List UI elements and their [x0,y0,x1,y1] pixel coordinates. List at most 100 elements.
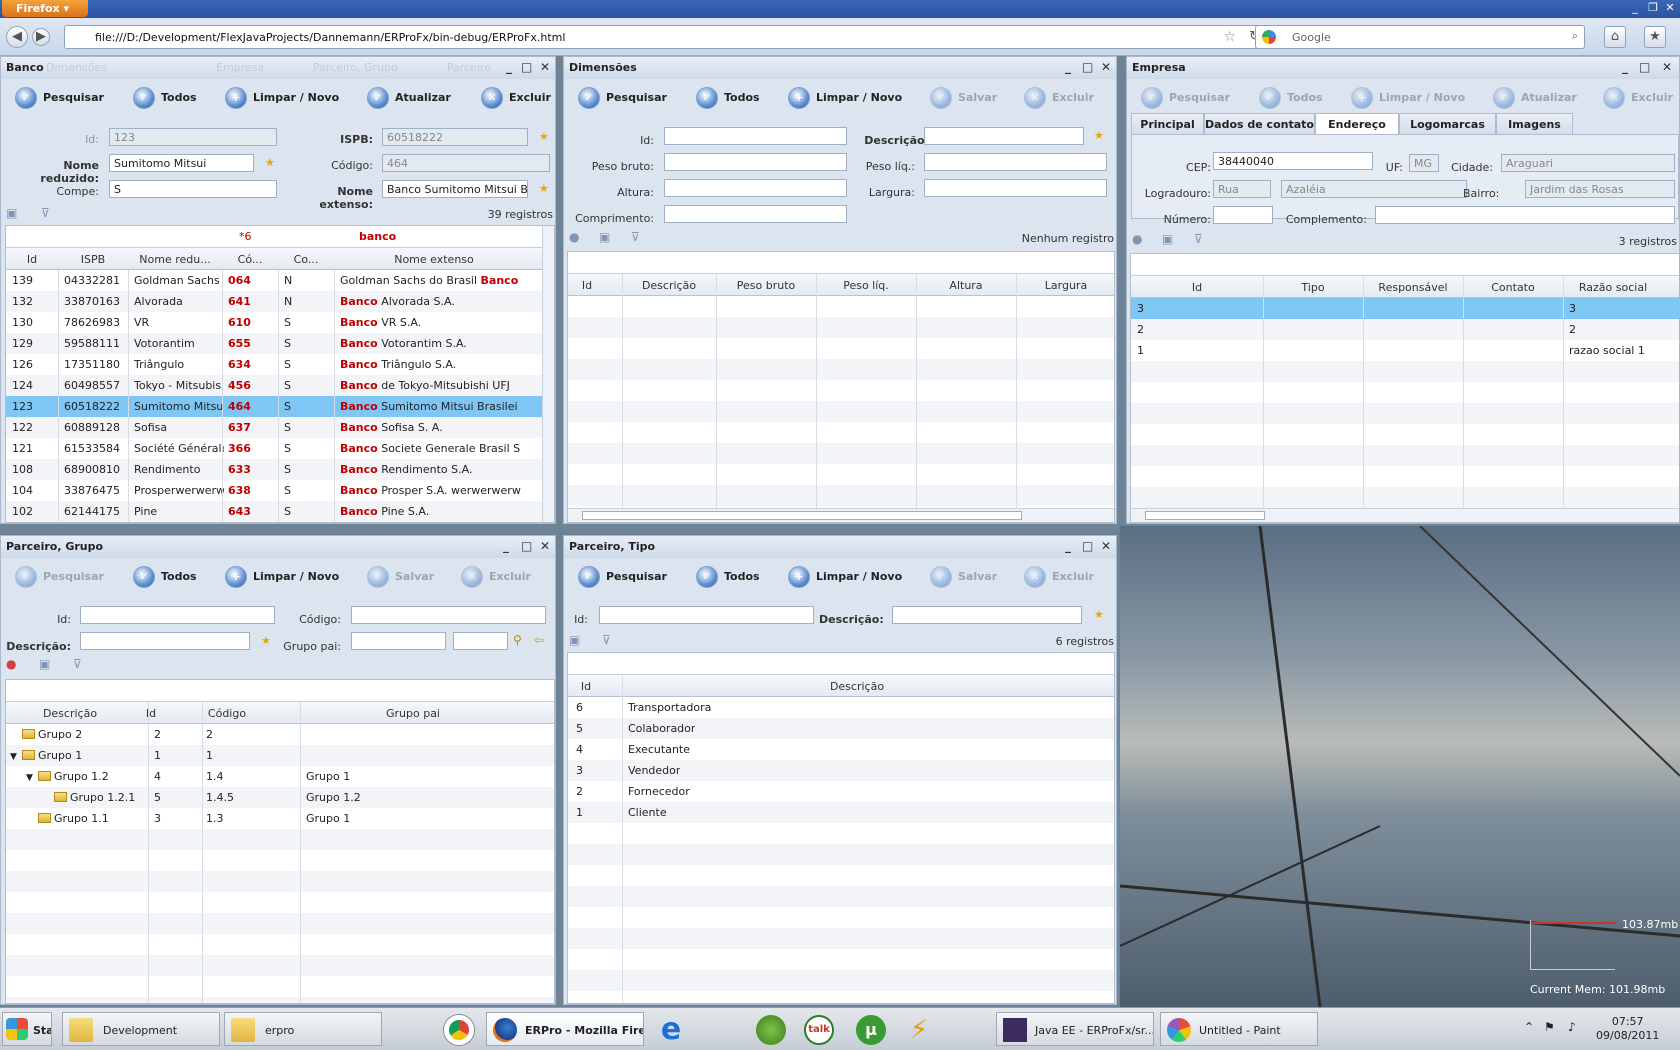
limpar-novo-button[interactable]: + Limpar / Novo [225,87,339,109]
logradouro-tipo-field[interactable]: Rua [1213,180,1271,198]
maximize-icon[interactable]: □ [1082,539,1093,553]
excluir-button[interactable]: ✕ Excluir [1024,566,1094,588]
add-filter-icon[interactable]: ▣ [39,657,50,671]
excluir-button[interactable]: ✕ Excluir [1024,87,1094,109]
table-row[interactable]: 124 60498557 Tokyo - Mitsubis 456 S Banco de … [6,375,542,396]
descricao-field[interactable] [892,606,1082,624]
minimize-icon[interactable]: _ [506,60,512,74]
minimize-window-icon[interactable]: _ [1627,1,1643,15]
col-codigo[interactable]: Có... [222,253,278,266]
todos-button[interactable]: ✓ Todos [696,87,760,109]
nome-reduzido-field[interactable]: Sumitomo Mitsui [109,154,254,172]
todos-button[interactable]: ✓ Todos [133,566,197,588]
maximize-icon[interactable]: □ [1082,60,1093,74]
add-filter-icon[interactable]: ▣ [599,230,610,244]
table-row[interactable]: 121 61533584 Société Générale 366 S Banco Soc… [6,438,542,459]
show-hidden-icons-icon[interactable]: ⌃ [1524,1020,1534,1034]
tree-row[interactable]: Grupo 1.2.1 5 1.4.5 Grupo 1.2 [6,787,554,808]
add-filter-icon[interactable]: ▣ [569,633,580,647]
table-row[interactable]: 123 60518222 Sumitomo Mitsu 464 S Banco Sumit… [6,396,542,417]
pesquisar-button[interactable]: ✓ Pesquisar [1141,87,1230,109]
clear-filter-icon[interactable]: ⊽ [73,657,82,671]
col-grupo-pai[interactable]: Grupo pai [288,707,538,720]
clear-filter-icon[interactable]: ⊽ [602,633,611,647]
numero-field[interactable] [1213,206,1273,224]
complemento-field[interactable] [1375,206,1675,224]
add-filter-icon[interactable]: ▣ [6,206,17,220]
excluir-button[interactable]: ✕ Excluir [481,87,551,109]
record-icon[interactable]: ● [569,230,579,244]
nome-extenso-field[interactable]: Banco Sumitomo Mitsui B [382,180,528,198]
lookup-icon[interactable]: ⚲ [513,633,522,647]
forward-icon[interactable]: ▶ [32,28,50,46]
todos-button[interactable]: ✓ Todos [696,566,760,588]
close-icon[interactable]: ✕ [1101,539,1111,553]
peso-liq-field[interactable] [924,153,1107,171]
table-row[interactable]: 132 33870163 Alvorada 641 N Banco Alvorada S.… [6,291,542,312]
id-field[interactable]: 123 [109,128,277,146]
table-row[interactable]: 126 17351180 Triângulo 634 S Banco Triângulo … [6,354,542,375]
altura-field[interactable] [664,179,847,197]
clear-filter-icon[interactable]: ⊽ [1194,232,1203,246]
clear-lookup-icon[interactable]: ⇦ [534,633,544,647]
atualizar-button[interactable]: ✓ Atualizar [1493,87,1577,109]
close-icon[interactable]: ✕ [540,539,550,553]
firefox-menu-button[interactable]: Firefox ▾ [2,0,88,17]
tab-imagens[interactable]: Imagens [1496,113,1573,135]
col-ispb[interactable]: ISPB [58,253,128,266]
table-row[interactable]: 6 Transportadora [568,697,1114,718]
table-row[interactable]: 3 Vendedor [568,760,1114,781]
descricao-field[interactable] [80,632,250,650]
bookmark-star-icon[interactable]: ☆ [1223,29,1236,45]
col-id[interactable]: Id [134,707,168,720]
col-peso-liq[interactable]: Peso líq. [816,279,916,292]
descricao-field[interactable] [924,127,1084,145]
add-filter-icon[interactable]: ▣ [1162,232,1173,246]
table-row[interactable]: 4 Executante [568,739,1114,760]
id-field[interactable] [599,606,814,624]
search-icon[interactable]: ⌕ [1572,29,1578,43]
pesquisar-button[interactable]: ✓ Pesquisar [578,566,667,588]
utorrent-icon[interactable]: µ [856,1015,886,1045]
col-contato[interactable]: Contato [1463,281,1563,294]
tree-toggle-icon[interactable]: ▼ [10,752,22,762]
col-id[interactable]: Id [568,279,606,292]
col-tipo[interactable]: Tipo [1263,281,1363,294]
excluir-button[interactable]: ✕ Excluir [1603,87,1673,109]
clear-filter-icon[interactable]: ⊽ [631,230,640,244]
pesquisar-button[interactable]: ✓ Pesquisar [578,87,667,109]
search-bar[interactable]: Google ⌕ [1255,25,1585,49]
close-icon[interactable]: ✕ [1101,60,1111,74]
table-row[interactable]: 108 68900810 Rendimento 633 S Banco Rendiment… [6,459,542,480]
table-row[interactable]: 122 60889128 Sofisa 637 S Banco Sofisa S. A. [6,417,542,438]
close-icon[interactable]: ✕ [1662,60,1672,74]
col-descricao[interactable]: Descrição [6,707,134,720]
codigo-field[interactable]: 464 [382,154,550,172]
horizontal-scrollbar[interactable] [568,508,1114,522]
grupo-pai-field[interactable] [351,632,446,650]
compe-field[interactable]: S [109,180,277,198]
table-row[interactable]: 22 [1131,319,1679,340]
codigo-field[interactable] [351,606,546,624]
url-bar[interactable]: file:///D:/Development/FlexJavaProjects/… [64,25,1267,49]
peso-bruto-field[interactable] [664,153,847,171]
col-altura[interactable]: Altura [916,279,1016,292]
messenger-icon[interactable] [756,1015,786,1045]
minimize-icon[interactable]: _ [503,539,509,553]
pesquisar-button[interactable]: ✓ Pesquisar [15,87,104,109]
logradouro-field[interactable]: Azaléia [1281,180,1467,198]
col-id[interactable]: Id [6,253,58,266]
maximize-window-icon[interactable]: ❐ [1645,1,1661,15]
taskbar-item-erpro[interactable]: erpro [224,1012,382,1046]
col-nome-extenso[interactable]: Nome extenso [334,253,534,266]
col-responsavel[interactable]: Responsável [1363,281,1463,294]
table-row[interactable]: 104 33876475 Prosperwerwerwe 638 S Banco Pros… [6,480,542,501]
todos-button[interactable]: ✓ Todos [133,87,197,109]
limpar-novo-button[interactable]: + Limpar / Novo [1351,87,1465,109]
table-row[interactable]: 102 62144175 Pine 643 S Banco Pine S.A. [6,501,542,522]
col-peso-bruto[interactable]: Peso bruto [716,279,816,292]
col-id[interactable]: Id [1131,281,1263,294]
back-icon[interactable]: ◀ [6,26,28,48]
tree-toggle-icon[interactable]: ▼ [26,773,38,783]
cep-field[interactable]: 38440040 [1213,152,1373,170]
